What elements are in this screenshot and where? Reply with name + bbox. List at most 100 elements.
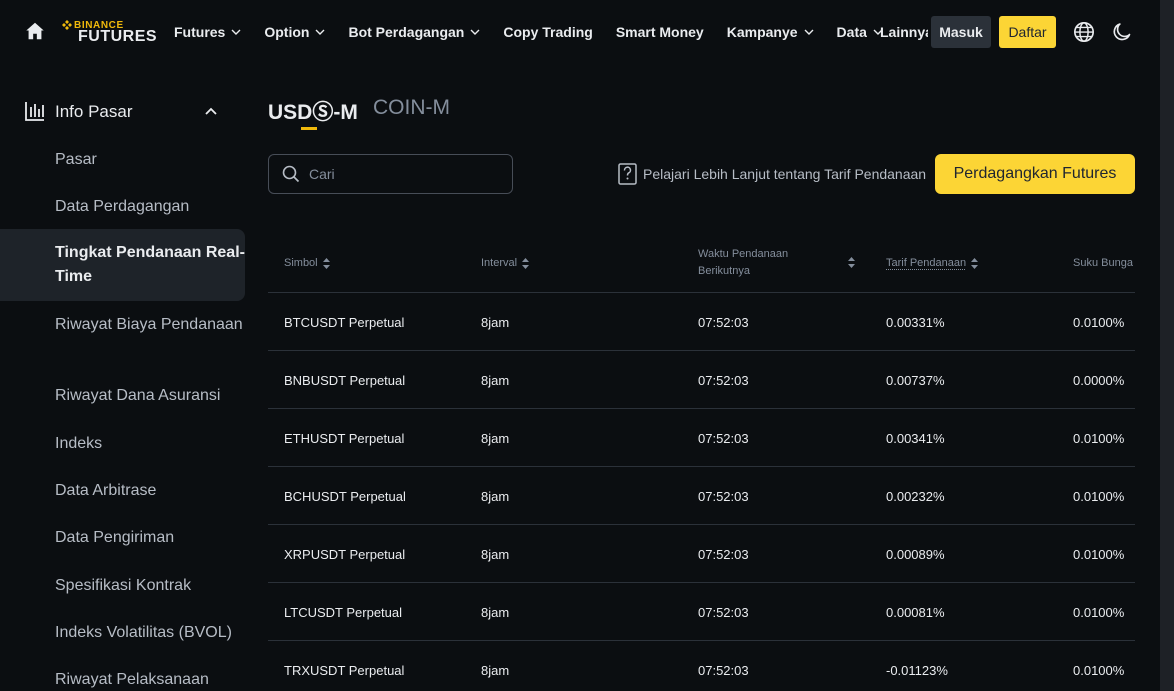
cell-interest-rate: 0.0100% [1073, 605, 1125, 620]
cell-interest-rate: 0.0100% [1073, 663, 1125, 678]
column-header-label: Interval [481, 257, 518, 269]
cell-next-time: 07:52:03 [698, 663, 749, 678]
sidebar-item-data-pengiriman[interactable]: Data Pengiriman [0, 526, 245, 550]
binance-futures-logo[interactable]: BINANCE FUTURES [62, 19, 157, 47]
nav-menu: Futures Option Bot Perdagangan Copy Trad… [174, 0, 906, 64]
active-tab-indicator [301, 127, 317, 130]
tab-coin-m[interactable]: COIN-M [373, 96, 450, 120]
cell-interval: 8jam [481, 431, 510, 446]
column-header-interest-rate[interactable]: Suku Bunga [1073, 257, 1133, 269]
cell-symbol: XRPUSDT Perpetual [284, 547, 406, 562]
column-header-label: Simbol [284, 257, 318, 269]
binance-logo-icon [62, 20, 72, 30]
cell-interval: 8jam [481, 547, 510, 562]
cell-interval: 8jam [481, 663, 510, 678]
column-header-funding-rate[interactable]: Tarif Pendanaan [886, 257, 979, 269]
learn-more-link[interactable]: Pelajari Lebih Lanjut tentang Tarif Pend… [618, 163, 926, 185]
top-navigation: BINANCE FUTURES Futures Option Bot Perda… [0, 0, 1160, 64]
sidebar-item-riwayat-pelaksanaan[interactable]: Riwayat Pelaksanaan [0, 668, 245, 691]
cell-interval: 8jam [481, 605, 510, 620]
cell-interest-rate: 0.0100% [1073, 489, 1125, 504]
column-header-label: Waktu Pendanaan Berikutnya [698, 248, 789, 277]
login-button[interactable]: Masuk [931, 16, 991, 48]
nav-item-label: Copy Trading [503, 24, 593, 40]
table-row[interactable]: ETHUSDT Perpetual 8jam 07:52:03 0.00341%… [268, 409, 1135, 467]
chevron-down-icon [470, 29, 480, 35]
table-row[interactable]: TRXUSDT Perpetual 8jam 07:52:03 -0.01123… [268, 641, 1135, 691]
column-header-label: Suku Bunga [1073, 257, 1133, 269]
cell-next-time: 07:52:03 [698, 373, 749, 388]
chevron-down-icon [315, 29, 325, 35]
cell-symbol: BTCUSDT Perpetual [284, 315, 405, 330]
sidebar-item-indeks[interactable]: Indeks [0, 432, 245, 456]
bar-chart-icon [25, 102, 44, 121]
search-input[interactable] [309, 163, 499, 185]
sidebar-item-pasar[interactable]: Pasar [0, 148, 245, 172]
nav-item-kampanye[interactable]: Kampanye [727, 24, 814, 40]
nav-item-label: Lainnya [880, 24, 928, 40]
cell-interest-rate: 0.0100% [1073, 431, 1125, 446]
column-header-symbol[interactable]: Simbol [284, 257, 330, 269]
cell-next-time: 07:52:03 [698, 605, 749, 620]
tab-usd-m[interactable]: USDⓈ-M [268, 96, 358, 126]
cell-symbol: LTCUSDT Perpetual [284, 605, 403, 620]
cell-next-time: 07:52:03 [698, 547, 749, 562]
cell-interval: 8jam [481, 315, 510, 330]
cell-interval: 8jam [481, 373, 510, 388]
page-scrollbar[interactable] [1160, 0, 1174, 691]
chevron-down-icon [804, 29, 814, 35]
table-row[interactable]: BCHUSDT Perpetual 8jam 07:52:03 0.00232%… [268, 467, 1135, 525]
cell-funding-rate: -0.01123% [886, 663, 948, 678]
sidebar-item-indeks-volatilitas[interactable]: Indeks Volatilitas (BVOL) [0, 621, 245, 645]
cell-symbol: TRXUSDT Perpetual [284, 663, 405, 678]
table-row[interactable]: BTCUSDT Perpetual 8jam 07:52:03 0.00331%… [268, 293, 1135, 351]
nav-item-label: Futures [174, 24, 226, 40]
column-header-next-funding-time[interactable]: Waktu Pendanaan Berikutnya [698, 246, 855, 280]
sort-icon [971, 257, 979, 269]
nav-item-lainnya[interactable]: Lainnya [880, 0, 928, 64]
sidebar-item-data-perdagangan[interactable]: Data Perdagangan [0, 195, 245, 219]
nav-item-data[interactable]: Data [837, 24, 883, 40]
nav-item-label: Bot Perdagangan [348, 24, 465, 40]
chevron-up-icon [205, 107, 217, 115]
nav-item-label: Option [264, 24, 310, 40]
chevron-down-icon [231, 29, 241, 35]
cell-funding-rate: 0.00089% [886, 547, 945, 562]
column-header-interval[interactable]: Interval [481, 257, 530, 269]
table-row[interactable]: XRPUSDT Perpetual 8jam 07:52:03 0.00089%… [268, 525, 1135, 583]
home-icon[interactable] [24, 20, 46, 42]
column-header-label: Tarif Pendanaan [886, 257, 967, 269]
sort-icon [522, 257, 530, 269]
cell-symbol: BNBUSDT Perpetual [284, 373, 406, 388]
sidebar-item-riwayat-biaya-pendanaan[interactable]: Riwayat Biaya Pendanaan [0, 313, 245, 337]
moon-icon[interactable] [1112, 21, 1133, 42]
sidebar-section-title: Info Pasar [55, 102, 133, 121]
search-box[interactable] [268, 154, 513, 194]
sidebar-item-tingkat-pendanaan[interactable]: Tingkat Pendanaan Real-Time [0, 229, 245, 301]
cell-next-time: 07:52:03 [698, 489, 749, 504]
cell-funding-rate: 0.00081% [886, 605, 945, 620]
nav-item-label: Data [836, 24, 867, 40]
sidebar-item-spesifikasi-kontrak[interactable]: Spesifikasi Kontrak [0, 574, 245, 598]
register-button[interactable]: Daftar [999, 16, 1056, 48]
table-row[interactable]: BNBUSDT Perpetual 8jam 07:52:03 0.00737%… [268, 351, 1135, 409]
sidebar-section-info-pasar[interactable]: Info Pasar [0, 88, 245, 134]
cell-funding-rate: 0.00341% [886, 431, 945, 446]
cell-next-time: 07:52:03 [698, 315, 749, 330]
nav-item-smart-money[interactable]: Smart Money [616, 24, 704, 40]
cell-funding-rate: 0.00737% [886, 373, 945, 388]
trade-futures-button[interactable]: Perdagangkan Futures [935, 154, 1135, 194]
globe-icon[interactable] [1073, 21, 1095, 43]
nav-item-futures[interactable]: Futures [174, 24, 241, 40]
sidebar-item-data-arbitrase[interactable]: Data Arbitrase [0, 479, 245, 503]
cell-symbol: BCHUSDT Perpetual [284, 489, 406, 504]
sidebar-item-riwayat-dana-asuransi[interactable]: Riwayat Dana Asuransi [0, 384, 245, 408]
nav-item-option[interactable]: Option [264, 24, 325, 40]
table-row[interactable]: LTCUSDT Perpetual 8jam 07:52:03 0.00081%… [268, 583, 1135, 641]
cell-interest-rate: 0.0100% [1073, 547, 1125, 562]
search-icon [282, 165, 300, 183]
funding-rate-table: Simbol Interval Waktu Pendanaan Berikutn… [268, 234, 1135, 691]
nav-item-bot-perdagangan[interactable]: Bot Perdagangan [348, 24, 480, 40]
nav-item-copy-trading[interactable]: Copy Trading [503, 24, 592, 40]
nav-item-label: Smart Money [615, 24, 704, 40]
